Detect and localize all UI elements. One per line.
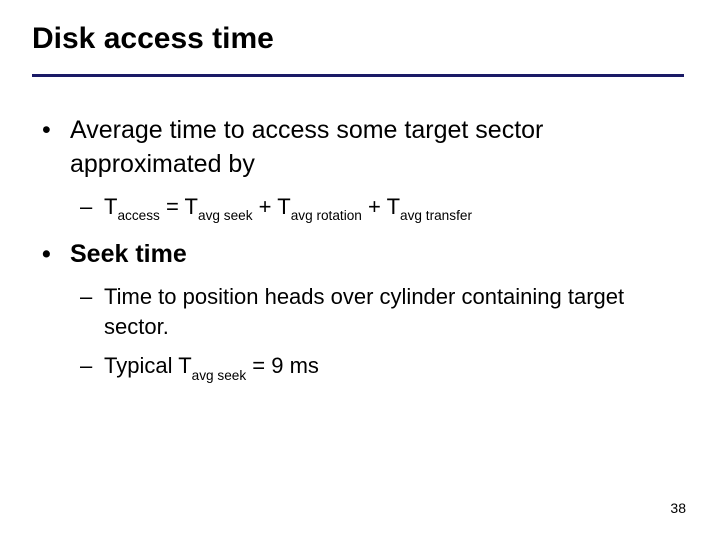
formula-sub-avgtrans: avg transfer [400,208,472,223]
formula-sub-avgrot: avg rotation [291,208,362,223]
formula-Tc: T [387,194,400,219]
bullet-2: Seek time [40,238,680,272]
bullet-2b: Typical Tavg seek = 9 ms [40,351,680,384]
formula-eq: = [160,194,185,219]
formula-Ta: T [185,194,198,219]
formula-Tb: T [277,194,290,219]
formula-plus1: + [253,194,278,219]
typical-post: = 9 ms [246,353,319,378]
formula-T: T [104,194,117,219]
bullet-1: Average time to access some target secto… [40,114,680,182]
slide: Disk access time Average time to access … [0,0,720,540]
bullet-1a-formula: Taccess = Tavg seek + Tavg rotation + Ta… [40,192,680,225]
formula-plus2: + [362,194,387,219]
page-number: 38 [670,500,686,516]
typical-pre: Typical [104,353,178,378]
slide-title: Disk access time [32,22,274,56]
slide-body: Average time to access some target secto… [40,100,680,390]
typical-T: T [178,353,191,378]
bullet-2a: Time to position heads over cylinder con… [40,282,680,341]
formula-sub-access: access [117,208,159,223]
formula-sub-avgseek: avg seek [198,208,253,223]
typical-sub-avgseek: avg seek [192,368,247,383]
title-underline [32,74,684,77]
